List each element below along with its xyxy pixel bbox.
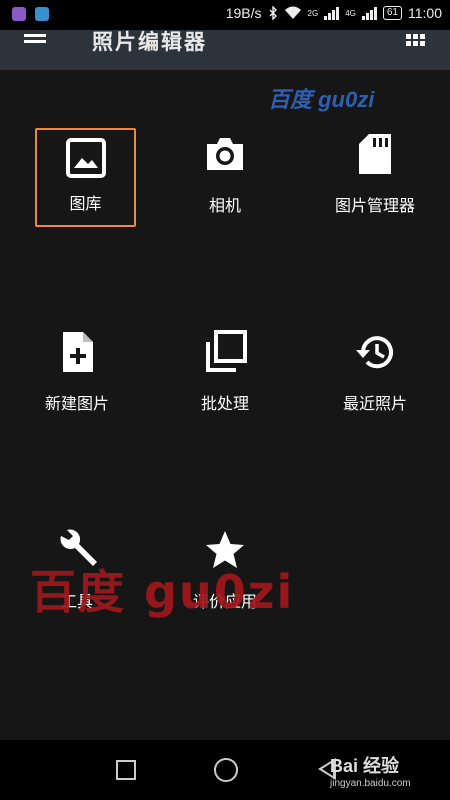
watermark-small: 百度 gu0zi — [268, 87, 375, 112]
recent-photos-button[interactable]: 最近照片 — [310, 330, 440, 425]
batch-button[interactable]: 批处理 — [160, 330, 290, 425]
recent-photos-label: 最近照片 — [342, 394, 407, 413]
status-indicators: 19B/s 2G 4G 61 11:00 — [226, 5, 442, 21]
menu-icon[interactable] — [24, 34, 46, 44]
gallery-icon — [65, 138, 106, 178]
app-title: 照片编辑器 — [92, 30, 207, 54]
network-speed: 19B/s — [225, 5, 262, 21]
clock: 11:00 — [408, 5, 442, 21]
camera-icon — [207, 138, 243, 170]
sim-notification-icon — [35, 7, 49, 21]
batch-label: 批处理 — [200, 394, 249, 413]
camera-button[interactable]: 相机 — [160, 132, 290, 227]
grid-view-icon[interactable] — [406, 34, 426, 46]
image-manager-label: 图片管理器 — [334, 196, 415, 215]
batch-icon — [206, 330, 247, 372]
home-button[interactable] — [214, 758, 238, 782]
app-bar: 照片编辑器 — [0, 30, 450, 70]
gallery-button[interactable]: 图库 — [35, 128, 136, 227]
new-image-label: 新建图片 — [44, 394, 109, 413]
bluetooth-icon — [269, 6, 277, 20]
photo-notification-icon — [12, 7, 26, 21]
net-4g-label: 4G — [345, 8, 356, 18]
camera-label: 相机 — [208, 196, 241, 215]
wifi-icon — [284, 6, 301, 19]
baidu-logo: Bai 经验 — [330, 756, 400, 776]
new-image-button[interactable]: 新建图片 — [12, 330, 142, 425]
history-icon — [356, 336, 393, 369]
signal-4g-icon — [361, 6, 377, 20]
image-manager-button[interactable]: 图片管理器 — [310, 132, 440, 227]
sd-card-icon — [359, 134, 391, 174]
notification-icons — [12, 7, 49, 21]
baidu-url: jingyan.baidu.com — [330, 778, 411, 789]
new-file-icon — [63, 332, 93, 372]
recent-apps-button[interactable] — [116, 760, 136, 780]
watermark-large: 百度 gu0zi — [30, 565, 295, 619]
gallery-label: 图库 — [69, 194, 102, 213]
signal-2g-icon — [324, 6, 340, 20]
net-2g-label: 2G — [307, 8, 319, 18]
battery-indicator: 61 — [382, 6, 402, 20]
status-bar: 19B/s 2G 4G 61 11:00 — [0, 0, 450, 30]
